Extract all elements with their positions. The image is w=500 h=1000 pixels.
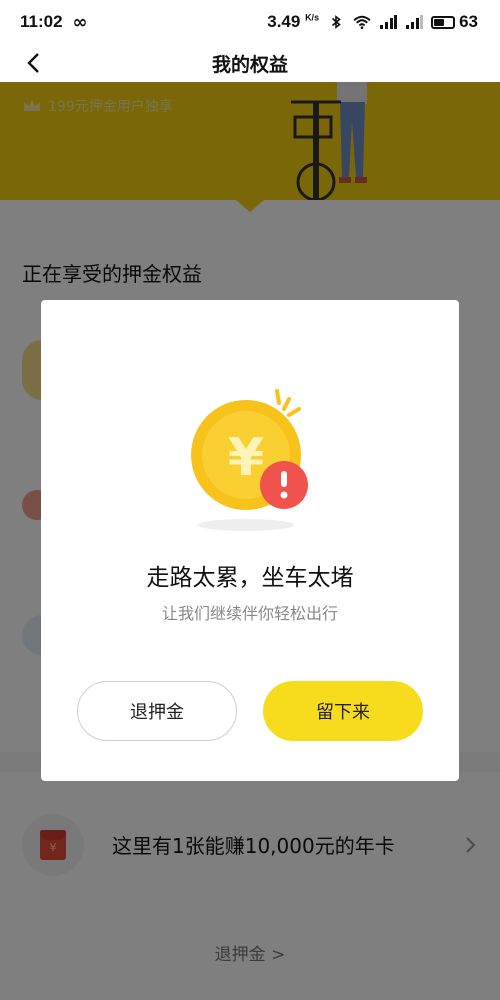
page-title: 我的权益 xyxy=(211,53,288,76)
chevron-left-icon[interactable] xyxy=(22,50,46,76)
refund-deposit-button[interactable]: 退押金 xyxy=(77,681,237,741)
dialog-headline: 走路太累，坐车太堵 xyxy=(146,565,354,591)
loop-icon: ∞ xyxy=(72,11,88,33)
battery-icon xyxy=(431,15,456,29)
retention-dialog: ¥ 走路太累，坐车太堵 让我们继续伴你轻松出行 退押金 留下来 xyxy=(41,300,459,781)
signal-icon xyxy=(380,15,398,29)
signal-icon-2 xyxy=(406,15,424,29)
dialog-subtext: 让我们继续伴你轻松出行 xyxy=(161,604,338,623)
wifi-icon xyxy=(353,15,371,29)
bluetooth-icon xyxy=(332,15,341,29)
stay-button[interactable]: 留下来 xyxy=(263,681,423,741)
net-speed: 3.49 K/s xyxy=(267,12,320,31)
app-screen: 11:02 ∞ 3.49 K/s 63 我的权益 199元押金用户独享 xyxy=(0,0,500,1000)
nav-bar: 我的权益 xyxy=(0,44,500,82)
status-bar: 11:02 ∞ 3.49 K/s 63 xyxy=(0,0,500,44)
status-right: 3.49 K/s 63 xyxy=(267,12,478,32)
coin-alert-illustration: ¥ xyxy=(191,389,308,531)
battery-indicator: 63 xyxy=(431,12,478,32)
svg-text:¥: ¥ xyxy=(228,428,264,488)
status-time: 11:02 xyxy=(20,12,63,31)
